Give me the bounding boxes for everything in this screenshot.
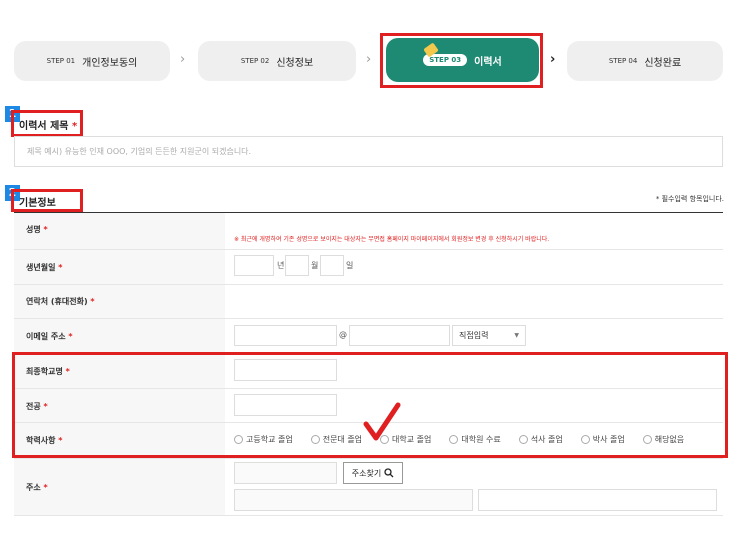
step-label: 신청정보 (276, 57, 314, 69)
find-address-button[interactable]: 주소찾기 (343, 462, 403, 484)
email-label: 이메일 주소 * (26, 332, 73, 341)
birth-month-input[interactable] (285, 255, 309, 276)
resume-title-label: 이력서 제목 * (19, 121, 78, 132)
address-detail-input[interactable] (478, 489, 717, 511)
step-01[interactable]: STEP 01 개인정보동의 (14, 41, 170, 81)
email-select-value: 직접입력 (459, 331, 489, 340)
email-domain-input[interactable] (349, 325, 450, 346)
radio-circle-icon (449, 435, 459, 444)
row-divider (14, 318, 723, 319)
education-label: 학력사항 * (26, 436, 63, 445)
resume-title-placeholder: 제목 예시) 유능한 인재 OOO, 기업의 든든한 지원군이 되겠습니다. (27, 147, 252, 156)
highlight-step-box (380, 33, 543, 88)
radio-college[interactable]: 전문대 졸업 (310, 434, 362, 445)
radio-circle-icon (234, 435, 243, 444)
required-note: * 필수입력 항목입니다. (655, 195, 724, 203)
radio-graduate-school[interactable]: 대학원 수료 (449, 434, 501, 445)
education-radio-group: 고등학교 졸업 전문대 졸업 대학교 졸업 대학원 수료 석사 졸업 박사 졸업… (234, 434, 702, 445)
school-label: 최종학교명 * (26, 367, 70, 376)
resume-title-input[interactable]: 제목 예시) 유능한 인재 OOO, 기업의 든든한 지원군이 되겠습니다. (14, 136, 723, 167)
year-unit: 년 (277, 261, 285, 270)
row-divider (14, 458, 723, 459)
name-change-notice: ※ 최근에 개명하여 기존 성명으로 보이지는 대상자는 무면접 홈페이지 마이… (234, 236, 550, 243)
step-label: 개인정보동의 (82, 57, 138, 69)
step-arrow-icon: › (366, 52, 372, 67)
radio-none[interactable]: 해당없음 (642, 434, 684, 445)
major-input[interactable] (234, 394, 337, 416)
radio-high-school[interactable]: 고등학교 졸업 (234, 434, 293, 445)
email-domain-select[interactable]: 직접입력 ▼ (452, 325, 526, 346)
basic-info-label: 기본정보 (19, 198, 56, 209)
step-arrow-icon: › (180, 52, 186, 67)
month-unit: 월 (311, 261, 319, 270)
radio-circle-icon (642, 435, 652, 444)
step-number: STEP 02 (240, 57, 270, 65)
step-number: STEP 04 (608, 57, 638, 65)
day-unit: 일 (346, 261, 354, 270)
at-sign: @ (339, 330, 347, 339)
step-label: 신청완료 (644, 57, 682, 69)
name-label: 성명 * (26, 225, 48, 234)
birthdate-label: 생년월일 * (26, 263, 63, 272)
address-main-input[interactable] (234, 489, 473, 511)
phone-label: 연락처 (휴대전화) * (26, 297, 95, 306)
find-address-label: 주소찾기 (351, 468, 382, 478)
birth-year-input[interactable] (234, 255, 274, 276)
row-divider (14, 249, 723, 250)
radio-circle-icon (310, 435, 320, 444)
row-divider (14, 515, 723, 516)
step-arrow-icon: › (550, 52, 556, 67)
chevron-down-icon: ▼ (514, 332, 519, 339)
email-id-input[interactable] (234, 325, 337, 346)
radio-circle-icon (580, 435, 590, 444)
birth-day-input[interactable] (320, 255, 344, 276)
radio-doctorate[interactable]: 박사 졸업 (580, 434, 625, 445)
school-name-input[interactable] (234, 359, 337, 381)
step-04[interactable]: STEP 04 신청완료 (567, 41, 723, 81)
address-label: 주소 * (26, 483, 48, 492)
major-label: 전공 * (26, 402, 48, 411)
checkmark-annotation-icon (363, 402, 401, 441)
row-divider (14, 284, 723, 285)
radio-masters[interactable]: 석사 졸업 (518, 434, 563, 445)
step-02[interactable]: STEP 02 신청정보 (198, 41, 356, 81)
postcode-input[interactable] (234, 462, 337, 484)
magnifier-icon (384, 468, 394, 478)
step-number: STEP 01 (46, 57, 76, 65)
radio-circle-icon (518, 435, 528, 444)
